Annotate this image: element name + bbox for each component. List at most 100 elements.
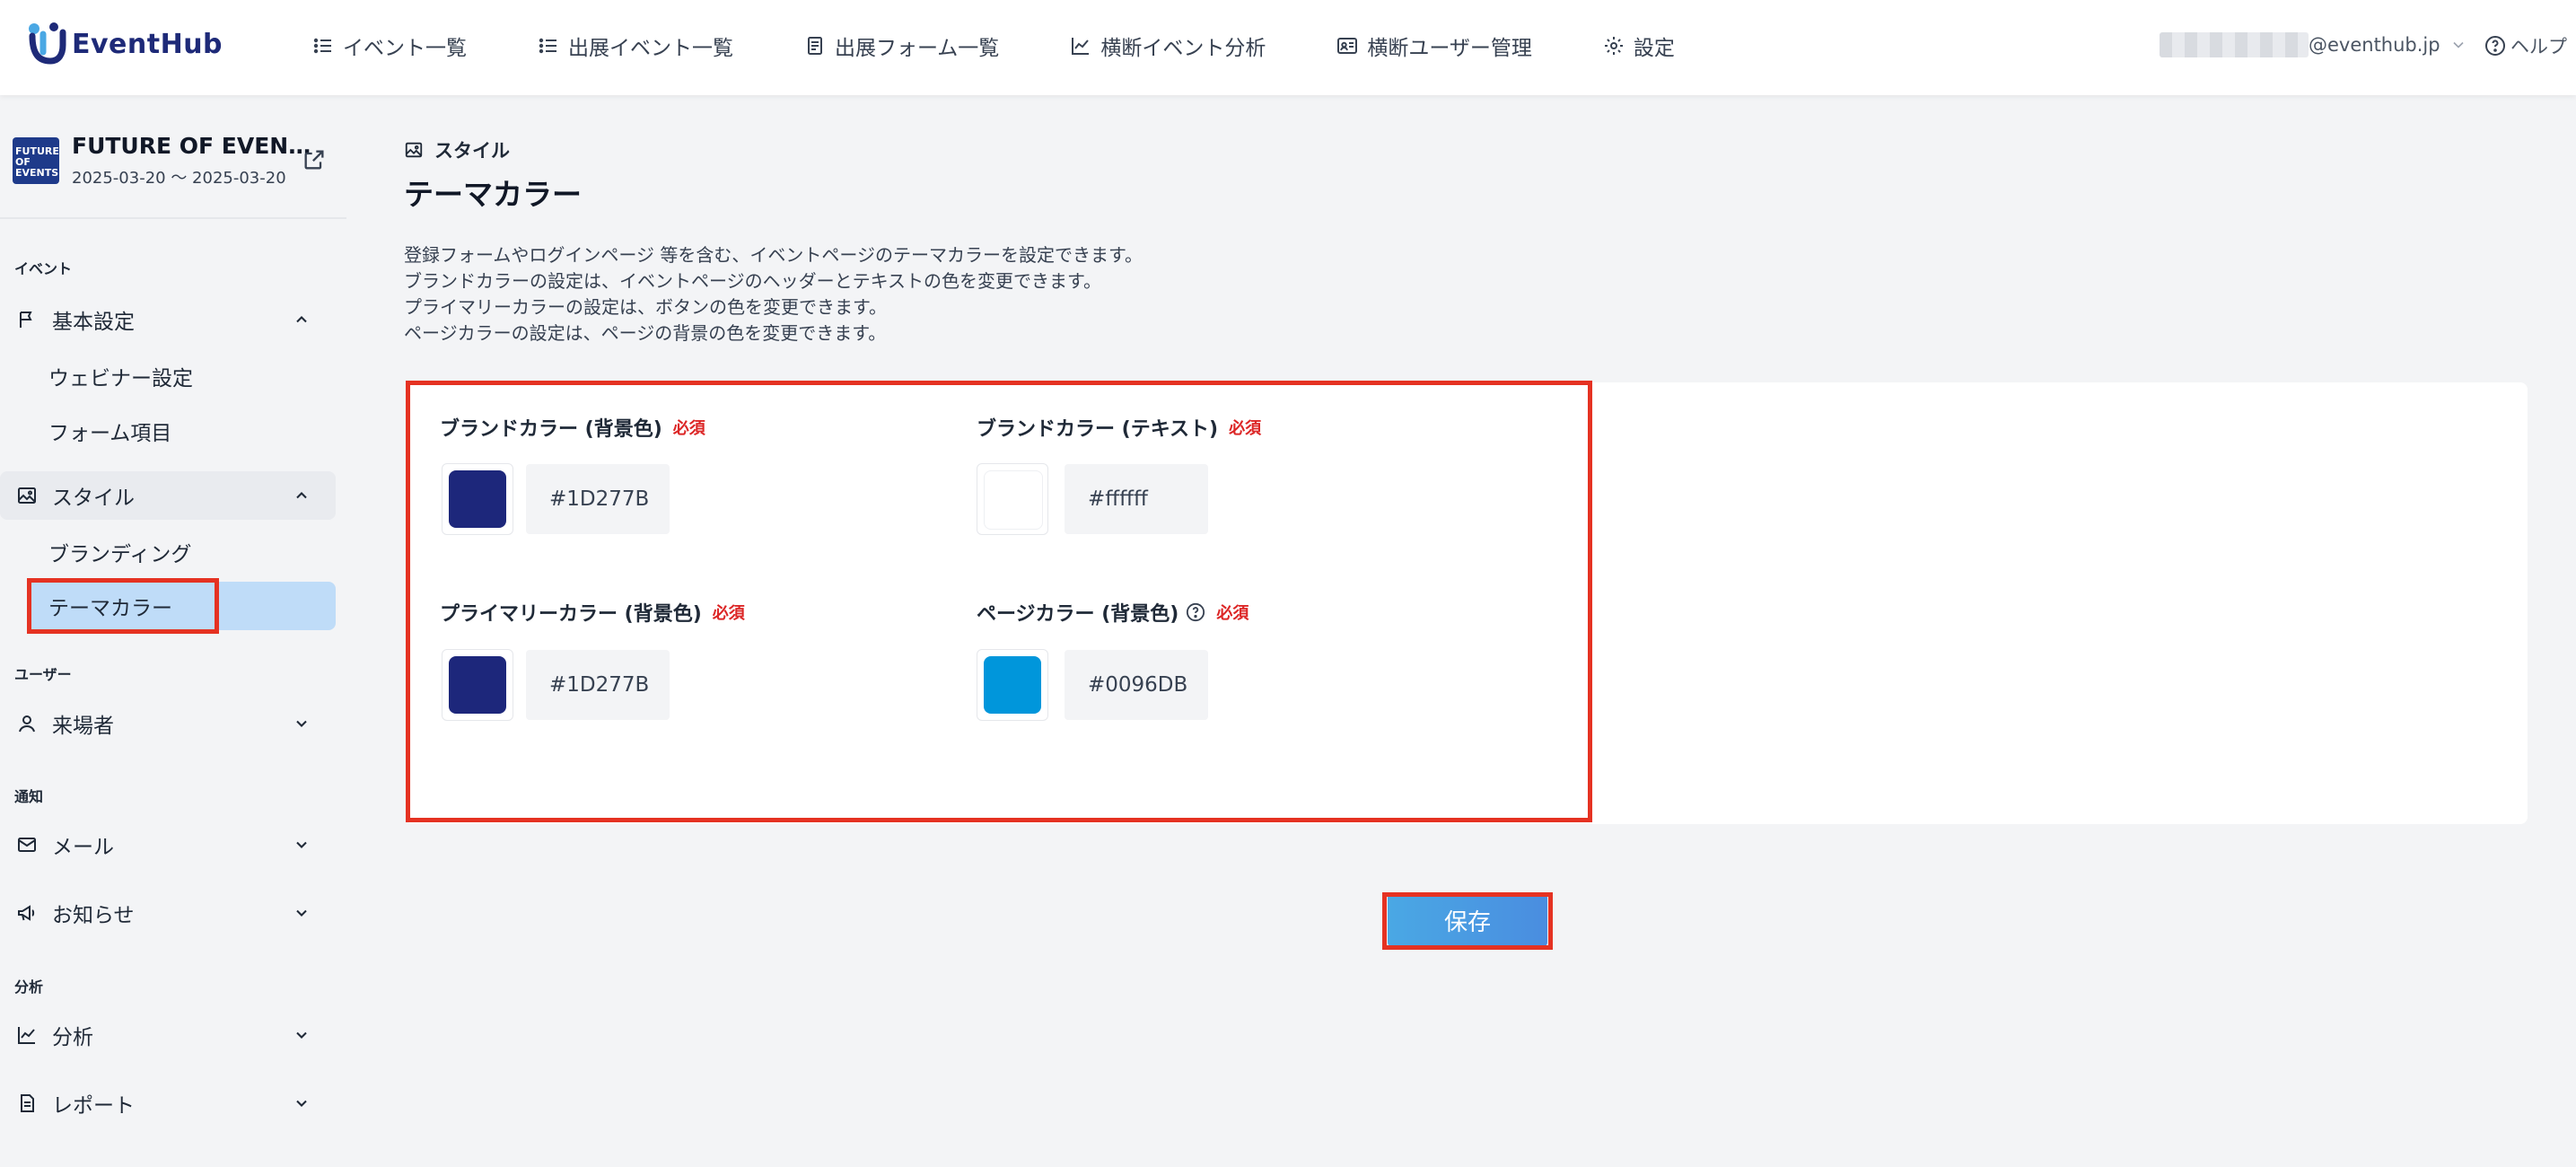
field-label-brand-bg: ブランドカラー (背景色) 必須: [440, 413, 705, 442]
sidebar-item-form[interactable]: フォーム項目: [27, 407, 336, 455]
sidebar-item-branding[interactable]: ブランディング: [27, 528, 336, 576]
list-icon: [313, 38, 331, 54]
page-bg-color-picker[interactable]: [977, 649, 1048, 721]
sidebar-item-label: 分析: [52, 1026, 93, 1049]
sidebar-item-report[interactable]: レポート: [0, 1079, 336, 1128]
description-line: プライマリーカラーの設定は、ボタンの色を変更できます。: [404, 296, 887, 318]
gear-icon: [1604, 37, 1623, 55]
event-thumbnail: FUTURE OF EVENTS: [13, 137, 59, 184]
sidebar-item-webinar[interactable]: ウェビナー設定: [27, 352, 336, 400]
section-label-analysis: 分析: [14, 978, 44, 996]
main-nav: イベント一覧 出展イベント一覧 出展フォーム一覧 横断イベント分析 横断ユーザー…: [312, 31, 1746, 61]
sidebar-divider: [0, 217, 346, 219]
sidebar-item-label: フォーム項目: [48, 422, 172, 445]
color-swatch: [449, 656, 506, 714]
sidebar-item-notice[interactable]: お知らせ: [0, 889, 336, 937]
help-label: ヘルプ: [2510, 36, 2567, 57]
sidebar-item-basic-settings[interactable]: 基本設定: [0, 295, 336, 344]
sidebar-item-label: スタイル: [52, 487, 135, 510]
question-circle-icon: [2485, 36, 2505, 56]
nav-label: 横断イベント分析: [1100, 37, 1266, 60]
user-email: @eventhub.jp: [2309, 34, 2440, 56]
sidebar-item-label: 来場者: [52, 715, 114, 738]
required-badge: 必須: [1229, 419, 1262, 438]
primary-bg-color-picker[interactable]: [442, 649, 513, 721]
field-label-primary-bg: プライマリーカラー (背景色) 必須: [440, 598, 745, 627]
color-swatch: [449, 470, 506, 528]
field-label-brand-text: ブランドカラー (テキスト) 必須: [977, 413, 1261, 442]
description-line: 登録フォームやログインページ 等を含む、イベントページのテーマカラーを設定できま…: [404, 244, 1143, 266]
nav-exhibit-form-list[interactable]: 出展フォーム一覧: [804, 31, 999, 61]
chevron-down-icon: [296, 909, 307, 917]
question-circle-icon[interactable]: [1186, 602, 1205, 622]
sidebar-item-label: ブランディング: [48, 543, 192, 566]
nav-cross-event-analysis[interactable]: 横断イベント分析: [1070, 31, 1266, 61]
sidebar-item-label: 基本設定: [52, 311, 135, 334]
nav-label: 出展フォーム一覧: [835, 37, 1000, 60]
help-link[interactable]: ヘルプ: [2484, 32, 2567, 59]
required-badge: 必須: [712, 604, 745, 623]
sidebar-item-label: テーマカラー: [48, 597, 172, 620]
section-label-notify: 通知: [14, 788, 44, 805]
color-swatch: [984, 656, 1041, 714]
nav-label: 出展イベント一覧: [568, 37, 733, 60]
logo-text: EventHub: [72, 28, 223, 60]
top-header: EventHub イベント一覧 出展イベント一覧 出展フォーム一覧 横断イベント…: [0, 0, 2576, 95]
user-icon: [19, 715, 35, 733]
nav-label: 横断ユーザー管理: [1367, 37, 1532, 60]
sidebar-item-mail[interactable]: メール: [0, 820, 336, 869]
image-icon: [18, 487, 36, 504]
chevron-down-icon: [2453, 41, 2464, 48]
nav-exhibit-event-list[interactable]: 出展イベント一覧: [538, 31, 733, 61]
id-card-icon: [1337, 38, 1358, 54]
sidebar-item-label: ウェビナー設定: [48, 367, 193, 390]
sidebar-item-visitor[interactable]: 来場者: [0, 699, 336, 748]
required-badge: 必須: [672, 419, 705, 438]
brand-bg-hex-input[interactable]: #1D277B: [526, 464, 670, 534]
redacted-username: [2160, 32, 2309, 57]
primary-bg-hex-input[interactable]: #1D277B: [526, 650, 670, 720]
section-label-user: ユーザー: [14, 666, 72, 683]
nav-settings[interactable]: 設定: [1603, 31, 1675, 61]
sidebar-item-label: メール: [52, 836, 114, 859]
brand-text-color-picker[interactable]: [977, 463, 1048, 535]
nav-cross-user-management[interactable]: 横断ユーザー管理: [1336, 31, 1532, 61]
field-label-page-bg: ページカラー (背景色) 必須: [977, 598, 1249, 627]
nav-label: 設定: [1633, 37, 1675, 60]
breadcrumb: スタイル: [404, 136, 510, 163]
breadcrumb-label: スタイル: [434, 140, 510, 162]
page-description: 登録フォームやログインページ 等を含む、イベントページのテーマカラーを設定できま…: [404, 242, 1143, 347]
color-swatch: [984, 470, 1043, 530]
sidebar-item-theme-color[interactable]: テーマカラー: [27, 582, 336, 630]
event-title: FUTURE OF EVEN…: [72, 133, 311, 159]
brand-text-hex-input[interactable]: #ffffff: [1065, 464, 1208, 534]
form-icon: [808, 37, 822, 55]
external-link-icon[interactable]: [302, 147, 327, 172]
save-button[interactable]: 保存: [1388, 894, 1547, 946]
chevron-up-icon: [296, 492, 307, 499]
document-icon: [21, 1094, 34, 1112]
megaphone-icon: [18, 905, 35, 921]
theme-color-card: ブランドカラー (背景色) 必須 #1D277B ブランドカラー (テキスト) …: [406, 382, 2528, 824]
chevron-up-icon: [296, 316, 307, 323]
user-menu[interactable]: @eventhub.jp: [2160, 32, 2467, 57]
required-badge: 必須: [1216, 604, 1249, 623]
chevron-down-icon: [296, 1031, 307, 1039]
section-label-event: イベント: [14, 260, 73, 277]
chevron-down-icon: [296, 1100, 307, 1107]
sidebar: FUTURE OF EVENTS FUTURE OF EVEN… 2025-03…: [0, 95, 346, 1167]
eventhub-logo-icon: [29, 22, 66, 65]
brand-bg-color-picker[interactable]: [442, 463, 513, 535]
logo[interactable]: EventHub: [27, 22, 223, 66]
sidebar-item-label: お知らせ: [52, 904, 135, 927]
page-bg-hex-input[interactable]: #0096DB: [1065, 650, 1208, 720]
nav-label: イベント一覧: [343, 37, 467, 60]
sidebar-item-style[interactable]: スタイル: [0, 471, 336, 520]
sidebar-item-analysis[interactable]: 分析: [0, 1011, 336, 1059]
image-icon: [405, 142, 423, 158]
event-date: 2025-03-20 〜 2025-03-20: [72, 169, 286, 188]
nav-event-list[interactable]: イベント一覧: [312, 31, 467, 61]
description-line: ブランドカラーの設定は、イベントページのヘッダーとテキストの色を変更できます。: [404, 270, 1101, 292]
chart-icon: [1072, 38, 1090, 55]
chart-icon: [18, 1027, 35, 1044]
